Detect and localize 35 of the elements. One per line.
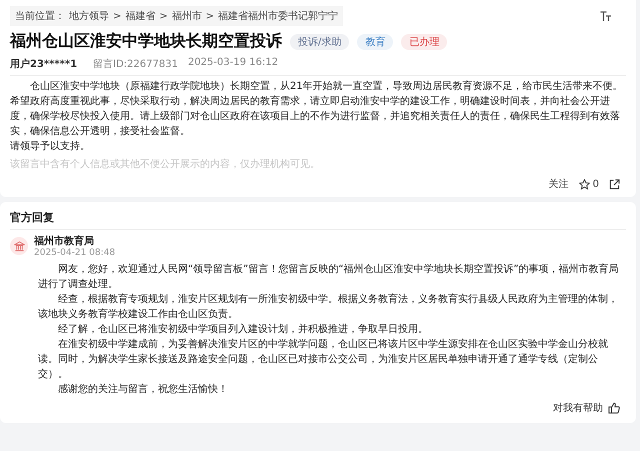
- message-title: 福州仓山区淮安中学地块长期空置投诉: [10, 31, 282, 52]
- message-paragraph: 请领导予以支持。: [10, 140, 91, 154]
- breadcrumb-link[interactable]: 福州市: [172, 9, 202, 23]
- reply-time: 2025-04-21 08:48: [34, 248, 116, 258]
- user-name: 用户23*****1: [10, 57, 78, 71]
- font-size-icon[interactable]: [600, 10, 612, 22]
- post-time: 2025-03-19 16:12: [188, 57, 278, 70]
- privacy-note: 该留言中含有个人信息或其他不便公开展示的内容，仅办理机构可见。: [10, 158, 321, 171]
- reply-author: 福州市教育局: [34, 234, 95, 248]
- breadcrumb-separator: >: [159, 10, 168, 22]
- reply-paragraph: 感谢您的关注与留言，祝您生活愉快！: [57, 382, 229, 397]
- helpful-button[interactable]: 对我有帮助: [553, 401, 603, 415]
- breadcrumb-separator: >: [206, 10, 214, 22]
- follow-button[interactable]: 关注: [548, 177, 569, 191]
- category-tag: 教育: [357, 34, 394, 50]
- star-icon[interactable]: [578, 178, 590, 190]
- breadcrumb-link[interactable]: 福建省: [125, 9, 156, 23]
- category-tag: 投诉/求助: [290, 34, 350, 50]
- breadcrumb-separator: >: [113, 10, 122, 22]
- breadcrumb-link[interactable]: 福建省福州市委书记郭宁宁: [218, 9, 338, 23]
- breadcrumb-link[interactable]: 地方领导: [69, 9, 109, 23]
- institution-icon: [10, 237, 28, 255]
- reply-paragraph: 经了解，仓山区已将淮安初级中学项目列入建设计划，并积极推进，争取早日投用。: [57, 322, 429, 337]
- reply-paragraph: 在淮安初级中学建成前，为妥善解决淮安片区的中学就学问题，仓山区已将该片区中学生源安排在仓山区实验中学金山分校就读。同时，为解决学生家长接送及路途安全问题，仓山区已对接市公交公司，为淮安片区居民单独申请开通了通学专线（定制公交）。: [38, 338, 609, 382]
- reply-paragraph: 经查，根据教育专项规划，淮安片区规划有一所淮安初级中学。根据义务教育法，义务教育实行县级人民政府为主管理的体制，该地块义务教育学校建设工作由仓山区负责。: [38, 292, 619, 322]
- star-count: 0: [592, 178, 599, 190]
- reply-paragraph: 网友，您好，欢迎通过人民网“领导留言板”留言！您留言反映的“福州仓山区淮安中学地块长期空置投诉”的事项，福州市教育局进行了调查处理。: [38, 262, 620, 292]
- share-icon[interactable]: [609, 178, 620, 190]
- thumbs-up-icon[interactable]: [608, 402, 620, 414]
- message-id: 留言ID:22677831: [93, 58, 178, 71]
- message-paragraph: 希望政府高度重视此事，尽快采取行动，解决周边居民的教育需求，请立即启动淮安中学的建设工作，明确建设时间表，并向社会公开进度，确保学校尽快投入使用。请上级部门对仓山区政府在该项目上的不作为进行监督，并追究相关责任人的责任，确保民生工程得到有效落实，确保信息公开透明，接受社会监督。: [10, 94, 621, 139]
- breadcrumb-label: 当前位置：: [15, 10, 65, 23]
- category-tag: 已办理: [401, 34, 448, 50]
- message-paragraph: 仓山区淮安中学地块（原福建行政学院地块）长期空置，从21年开始就一直空置，导致周边居民教育资源不足，给市民生活带来不便。: [29, 80, 624, 94]
- section-heading: 官方回复: [10, 210, 626, 230]
